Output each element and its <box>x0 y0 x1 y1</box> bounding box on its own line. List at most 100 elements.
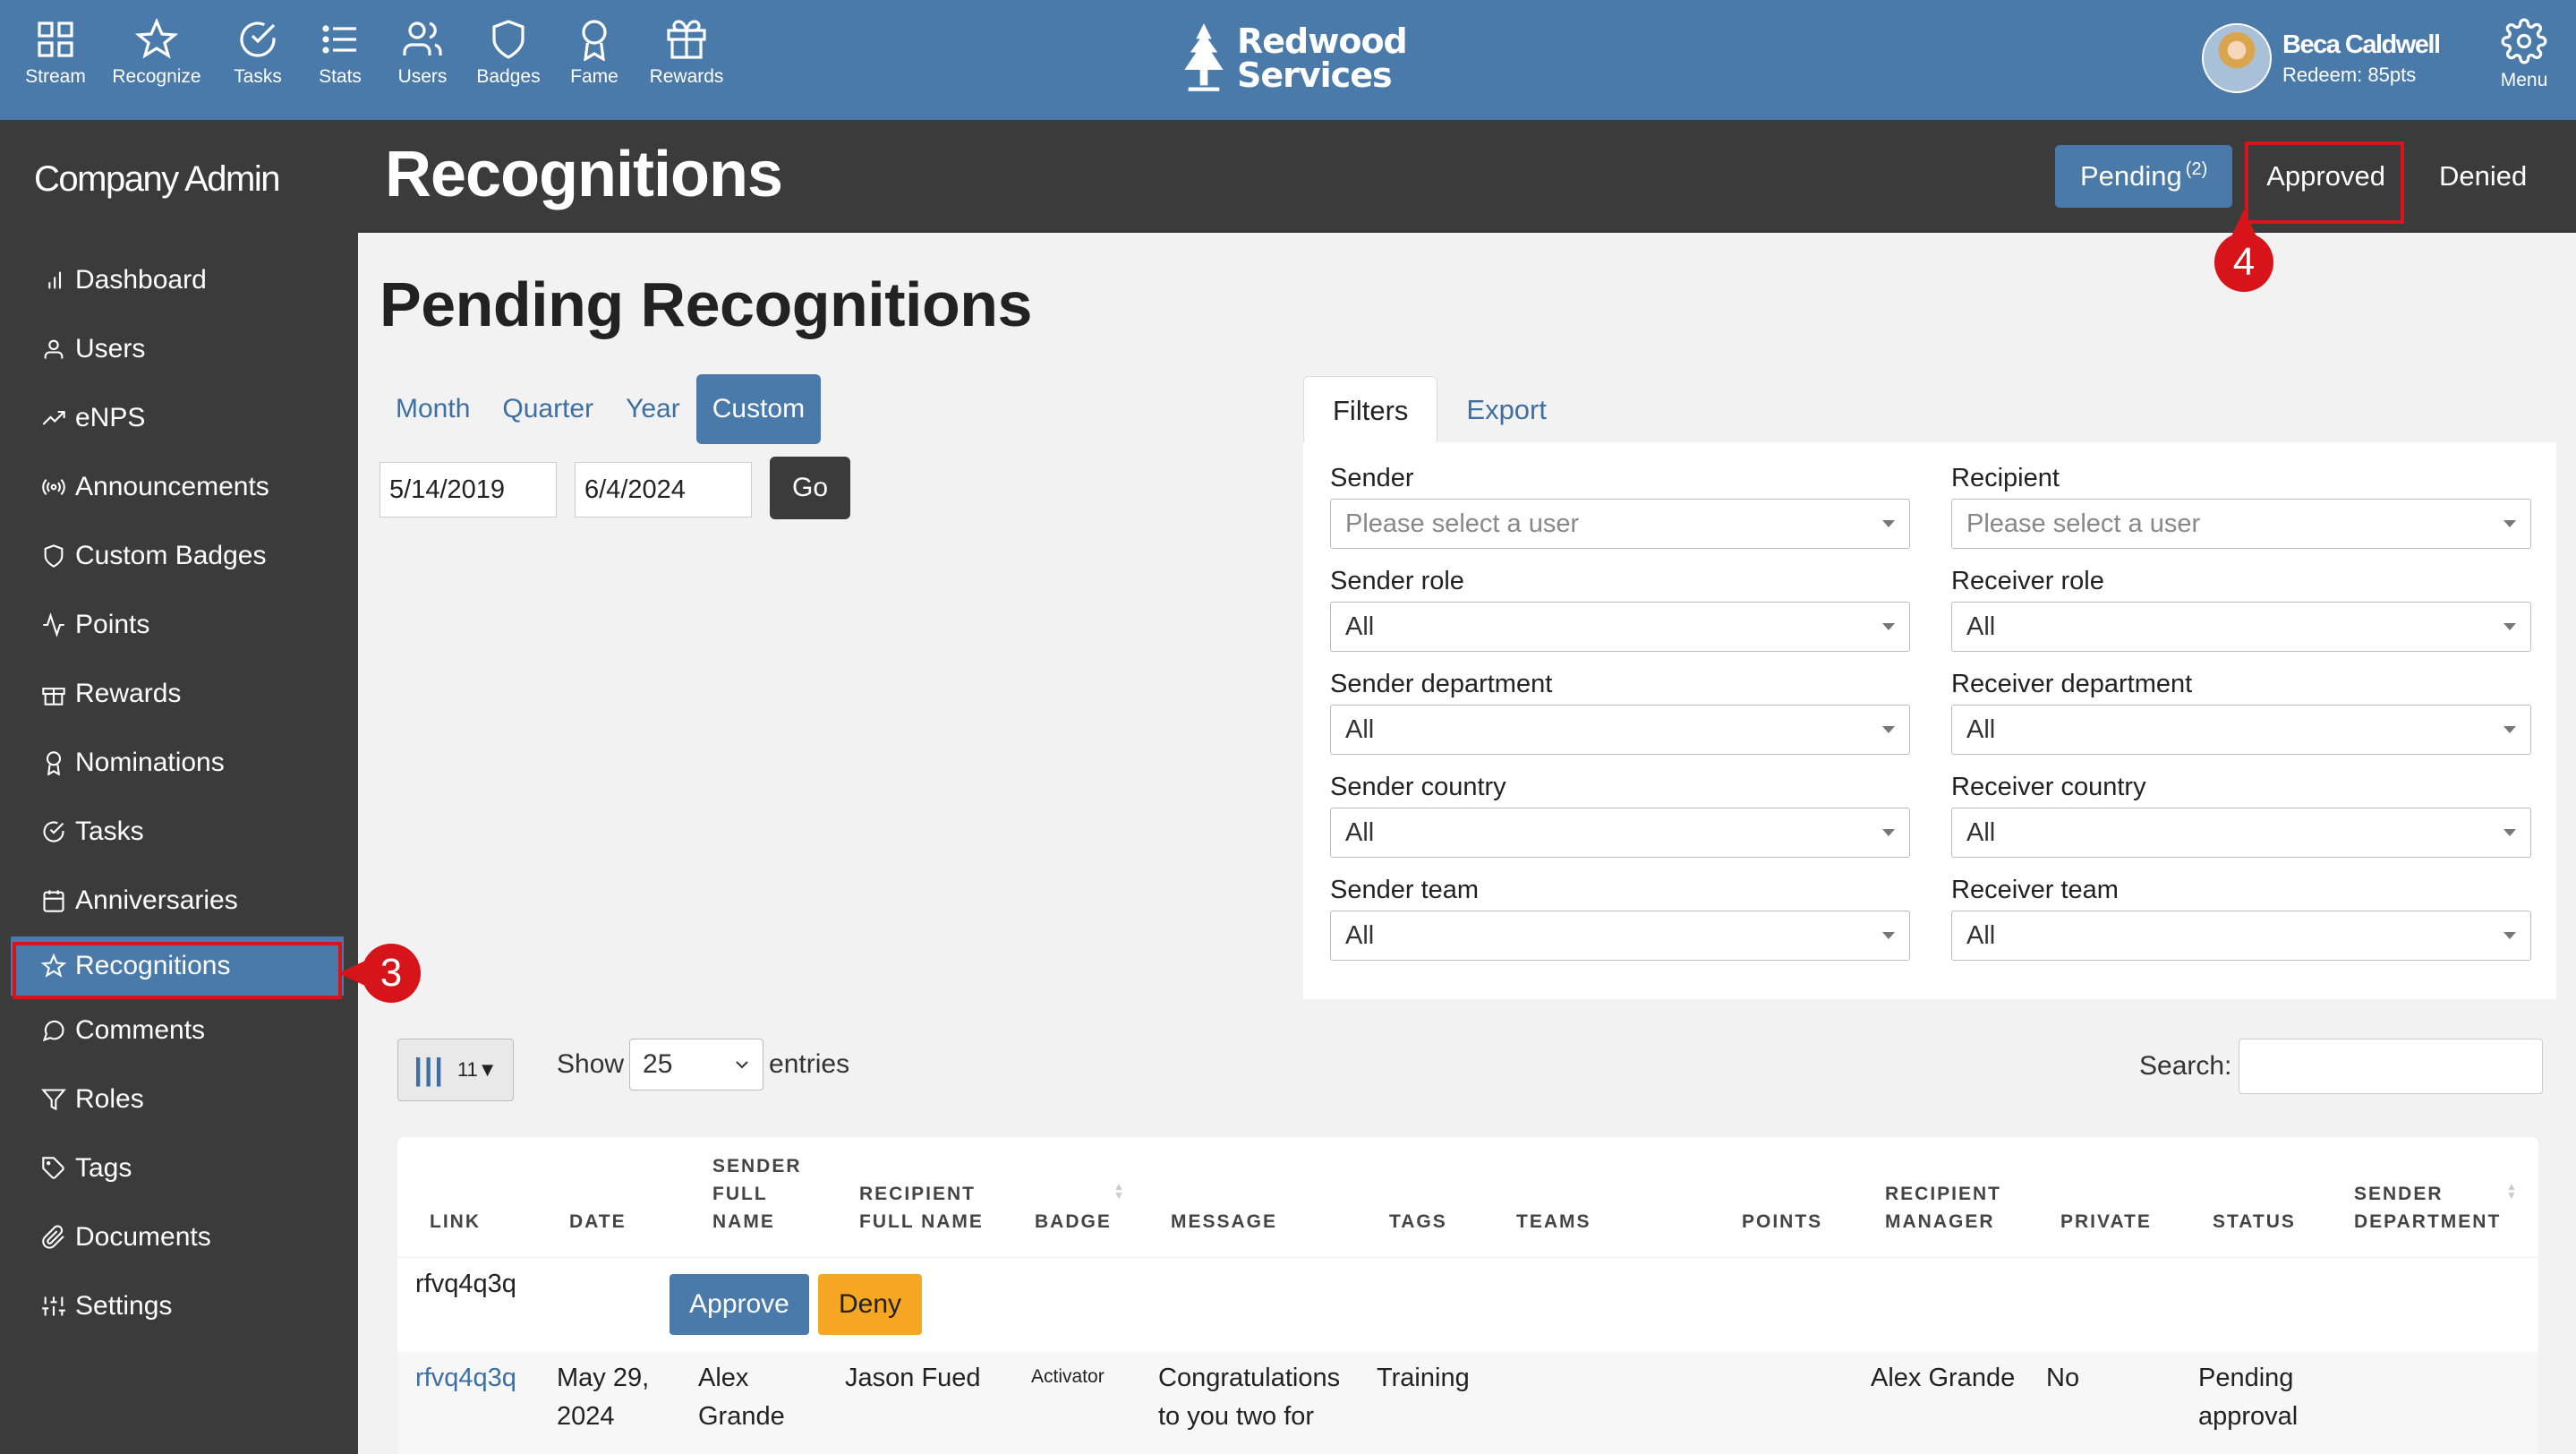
column-header-tags[interactable]: TAGS <box>1389 1137 1470 1257</box>
tab-filters[interactable]: Filters <box>1303 376 1438 444</box>
sidebar-item-anniversaries[interactable]: Anniversaries <box>11 866 344 935</box>
nav-users[interactable]: Users <box>380 18 465 104</box>
sidebar-item-label: Nominations <box>75 747 225 777</box>
caret-down-icon <box>2503 520 2516 527</box>
date-from-input[interactable]: 5/14/2019 <box>380 462 557 517</box>
sender-role-select[interactable]: All <box>1330 602 1910 652</box>
search-input[interactable] <box>2239 1039 2544 1094</box>
sender-country-select[interactable]: All <box>1330 808 1910 858</box>
nav-fame[interactable]: Fame <box>551 18 637 104</box>
sidebar-item-custom-badges[interactable]: Custom Badges <box>11 521 344 590</box>
deny-button[interactable]: Deny <box>818 1274 922 1335</box>
nav-label: Fame <box>570 66 618 87</box>
receiver-department-select[interactable]: All <box>1951 705 2531 755</box>
column-header-status[interactable]: STATUS <box>2213 1137 2311 1257</box>
brand-logo[interactable]: Redwood Services <box>1180 21 1408 95</box>
sender-department-select[interactable]: All <box>1330 705 1910 755</box>
column-header-private[interactable]: PRIVATE <box>2060 1137 2168 1257</box>
sidebar-item-rewards[interactable]: Rewards <box>11 659 344 728</box>
nav-recognize[interactable]: Recognize <box>98 18 215 104</box>
sender-select[interactable]: Please select a user <box>1330 499 1910 549</box>
sidebar-item-nominations[interactable]: Nominations <box>11 728 344 797</box>
select-value: All <box>1966 920 1996 950</box>
pending-count: (2) <box>2185 158 2208 179</box>
nav-stats[interactable]: Stats <box>301 18 380 104</box>
nav-tasks[interactable]: Tasks <box>215 18 301 104</box>
sidebar-item-tags[interactable]: Tags <box>11 1133 344 1202</box>
nav-label: Stream <box>25 66 86 87</box>
menu-button[interactable]: Menu <box>2488 18 2560 91</box>
sidebar-item-users[interactable]: Users <box>11 314 344 383</box>
receiver-country-select[interactable]: All <box>1951 808 2531 858</box>
period-year[interactable]: Year <box>610 374 696 444</box>
column-header-date[interactable]: DATE <box>569 1137 668 1257</box>
sender-role-filter: Sender role All <box>1330 567 1910 652</box>
receiver-team-filter: Receiver team All <box>1951 876 2531 961</box>
sender-team-select[interactable]: All <box>1330 911 1910 961</box>
nav-rewards[interactable]: Rewards <box>637 18 736 104</box>
user-profile[interactable]: Beca Caldwell Redeem: 85pts <box>2202 23 2441 93</box>
select-value: Please select a user <box>1966 509 2201 538</box>
column-header-message[interactable]: MESSAGE <box>1171 1137 1296 1257</box>
nav-label: Users <box>397 66 448 87</box>
filter-label: Sender role <box>1330 567 1464 595</box>
cell-status: Pending approval <box>2198 1364 2299 1431</box>
period-month[interactable]: Month <box>380 374 486 444</box>
nav-label: Recognize <box>112 66 201 87</box>
column-header-recipient[interactable]: RECIPIENT FULL NAME <box>859 1137 994 1257</box>
chevron-down-icon <box>736 1061 748 1069</box>
award-icon <box>582 20 607 61</box>
column-header-link[interactable]: LINK <box>430 1137 537 1257</box>
select-value: All <box>1345 817 1375 847</box>
sidebar-item-enps[interactable]: eNPS <box>11 383 344 452</box>
sidebar-item-documents[interactable]: Documents <box>11 1202 344 1271</box>
users-icon <box>403 21 442 56</box>
tab-pending[interactable]: Pending (2) <box>2055 145 2233 208</box>
column-header-teams[interactable]: TEAMS <box>1516 1137 1615 1257</box>
sidebar-item-label: Dashboard <box>75 264 207 295</box>
admin-sidebar: Company Admin Dashboard Users eNPS Annou… <box>0 120 358 1454</box>
entries-label: entries <box>769 1049 850 1079</box>
sidebar-item-tasks[interactable]: Tasks <box>11 797 344 866</box>
filter-label: Receiver role <box>1951 567 2104 595</box>
cell-message: Congratulations to you two for <box>1158 1364 1341 1431</box>
sender-department-filter: Sender department All <box>1330 670 1910 755</box>
sidebar-item-announcements[interactable]: Announcements <box>11 452 344 521</box>
receiver-country-filter: Receiver country All <box>1951 773 2531 858</box>
recognition-link[interactable]: rfvq4q3q <box>415 1359 516 1398</box>
cell-badge: Activator <box>1031 1366 1105 1387</box>
receiver-team-select[interactable]: All <box>1951 911 2531 961</box>
date-to-input[interactable]: 6/4/2024 <box>575 462 752 517</box>
receiver-role-select[interactable]: All <box>1951 602 2531 652</box>
period-quarter[interactable]: Quarter <box>486 374 610 444</box>
sidebar-item-dashboard[interactable]: Dashboard <box>11 245 344 314</box>
tab-denied[interactable]: Denied <box>2414 145 2552 208</box>
filter-label: Receiver team <box>1951 876 2119 904</box>
sidebar-item-label: eNPS <box>75 402 146 432</box>
entries-select[interactable]: 25 <box>629 1039 764 1090</box>
approve-button[interactable]: Approve <box>670 1274 809 1335</box>
column-header-sender-department[interactable]: SENDER DEPARTMENT <box>2354 1137 2515 1257</box>
go-button[interactable]: Go <box>770 457 850 519</box>
receiver-department-filter: Receiver department All <box>1951 670 2531 755</box>
column-visibility-button[interactable]: ||| 11▼ <box>397 1039 514 1101</box>
tab-export[interactable]: Export <box>1437 376 1575 444</box>
column-header-recipient-manager[interactable]: RECIPIENT MANAGER <box>1885 1137 2010 1257</box>
caret-down-icon <box>1882 520 1895 527</box>
sidebar-item-comments[interactable]: Comments <box>11 996 344 1065</box>
recipient-select[interactable]: Please select a user <box>1951 499 2531 549</box>
column-header-sender[interactable]: SENDER FULL NAME <box>712 1137 829 1257</box>
tab-denied-label: Denied <box>2438 160 2528 192</box>
sidebar-item-points[interactable]: Points <box>11 590 344 659</box>
nav-badges[interactable]: Badges <box>465 18 551 104</box>
select-value: All <box>1966 817 1996 847</box>
sidebar-item-roles[interactable]: Roles <box>11 1065 344 1133</box>
nav-stream[interactable]: Stream <box>13 18 98 104</box>
column-header-points[interactable]: POINTS <box>1742 1137 1840 1257</box>
brand-name: Redwood Services <box>1237 21 1408 95</box>
bar-chart-icon <box>48 271 62 288</box>
sidebar-item-label: Documents <box>75 1221 211 1252</box>
period-custom[interactable]: Custom <box>695 374 822 444</box>
grid-icon <box>38 21 73 57</box>
sidebar-item-settings[interactable]: Settings <box>11 1271 344 1340</box>
